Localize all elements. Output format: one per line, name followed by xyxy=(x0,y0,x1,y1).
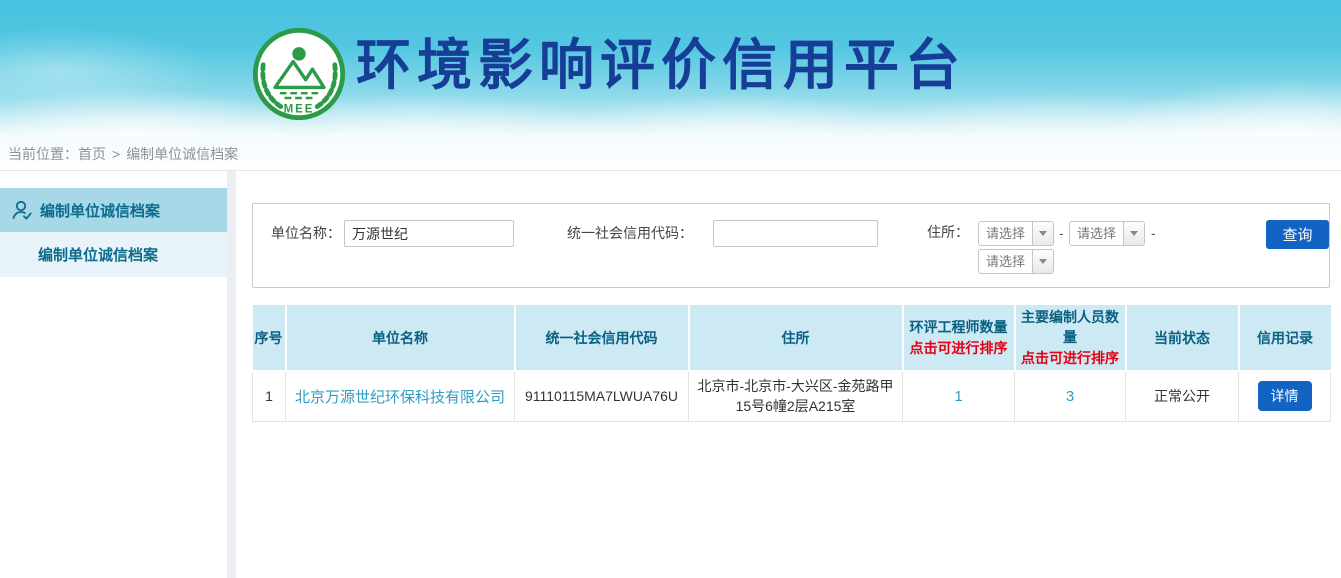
site-header: MEE 环境影响评价信用平台 xyxy=(0,0,1341,137)
col-staff-count-sort[interactable]: 主要编制人员数量 点击可进行排序 xyxy=(1015,305,1126,371)
sidebar-item-unit-archive[interactable]: 编制单位诚信档案 xyxy=(0,232,227,277)
sidebar-item-label: 编制单位诚信档案 xyxy=(40,200,160,221)
company-name-input[interactable] xyxy=(344,220,514,247)
staff-count-link[interactable]: 3 xyxy=(1066,388,1074,405)
cell-address: 北京市-北京市-大兴区-金苑路甲15号6幢2层A215室 xyxy=(689,371,903,421)
breadcrumb-separator: > xyxy=(112,146,120,162)
credit-code-input[interactable] xyxy=(713,220,878,247)
engineer-count-link[interactable]: 1 xyxy=(954,388,962,405)
select-value: 请选择 xyxy=(979,222,1032,245)
query-button[interactable]: 查询 xyxy=(1266,220,1329,249)
chevron-down-icon[interactable] xyxy=(1032,222,1053,245)
sidebar-divider xyxy=(227,171,236,578)
mee-logo-icon: MEE xyxy=(251,26,347,122)
breadcrumb: 当前位置：首页 > 编制单位诚信档案 xyxy=(0,137,1341,171)
address-city-select[interactable]: 请选择 xyxy=(1069,221,1145,246)
sidebar-item-unit-archive-head[interactable]: 编制单位诚信档案 xyxy=(0,188,227,232)
results-table: 序号 单位名称 统一社会信用代码 住所 环评工程师数量 点击可进行排序 主要编制… xyxy=(252,305,1331,422)
credit-code-label: 统一社会信用代码： xyxy=(567,220,693,247)
col-company: 单位名称 xyxy=(286,305,515,371)
chevron-down-icon[interactable] xyxy=(1123,222,1144,245)
col-staff-count-title: 主要编制人员数量 xyxy=(1018,307,1123,347)
site-title: 环境影响评价信用平台 xyxy=(356,38,966,93)
breadcrumb-home-link[interactable]: 首页 xyxy=(78,146,106,162)
sidebar-item-label: 编制单位诚信档案 xyxy=(38,244,158,265)
cell-status: 正常公开 xyxy=(1126,371,1239,421)
col-address: 住所 xyxy=(689,305,903,371)
col-seq: 序号 xyxy=(253,305,286,371)
col-credit-code: 统一社会信用代码 xyxy=(515,305,689,371)
col-credit-record: 信用记录 xyxy=(1239,305,1331,371)
breadcrumb-label: 当前位置： xyxy=(8,146,78,162)
col-status: 当前状态 xyxy=(1126,305,1239,371)
breadcrumb-current: 编制单位诚信档案 xyxy=(126,146,238,162)
dash-separator: - xyxy=(1059,221,1064,246)
search-form: 单位名称： 统一社会信用代码： 住所： 请选择 - 请选择 - 请选择 查询 xyxy=(252,203,1330,288)
sort-hint: 点击可进行排序 xyxy=(906,338,1012,358)
page: MEE 环境影响评价信用平台 当前位置：首页 > 编制单位诚信档案 编制单位诚信档案… xyxy=(0,0,1341,578)
col-engineer-count-sort[interactable]: 环评工程师数量 点击可进行排序 xyxy=(903,305,1015,371)
svg-text:MEE: MEE xyxy=(284,103,315,115)
address-label: 住所： xyxy=(927,219,969,246)
select-value: 请选择 xyxy=(979,250,1032,273)
sort-hint: 点击可进行排序 xyxy=(1018,348,1123,368)
company-link[interactable]: 北京万源世纪环保科技有限公司 xyxy=(295,389,505,406)
cell-seq: 1 xyxy=(253,371,286,421)
address-district-select[interactable]: 请选择 xyxy=(978,249,1054,274)
dash-separator: - xyxy=(1151,221,1156,246)
cell-credit-code: 91110115MA7LWUA76U xyxy=(515,371,689,421)
company-name-label: 单位名称： xyxy=(271,220,341,247)
table-row: 1 北京万源世纪环保科技有限公司 91110115MA7LWUA76U 北京市-… xyxy=(253,371,1331,421)
sidebar: 编制单位诚信档案 编制单位诚信档案 xyxy=(0,188,227,277)
address-province-select[interactable]: 请选择 xyxy=(978,221,1054,246)
chevron-down-icon[interactable] xyxy=(1032,250,1053,273)
user-check-icon xyxy=(10,198,34,222)
col-engineer-count-title: 环评工程师数量 xyxy=(906,317,1012,337)
content: 单位名称： 统一社会信用代码： 住所： 请选择 - 请选择 - 请选择 查询 xyxy=(252,203,1330,422)
table-header-row: 序号 单位名称 统一社会信用代码 住所 环评工程师数量 点击可进行排序 主要编制… xyxy=(253,305,1331,371)
select-value: 请选择 xyxy=(1070,222,1123,245)
detail-button[interactable]: 详情 xyxy=(1258,381,1312,411)
